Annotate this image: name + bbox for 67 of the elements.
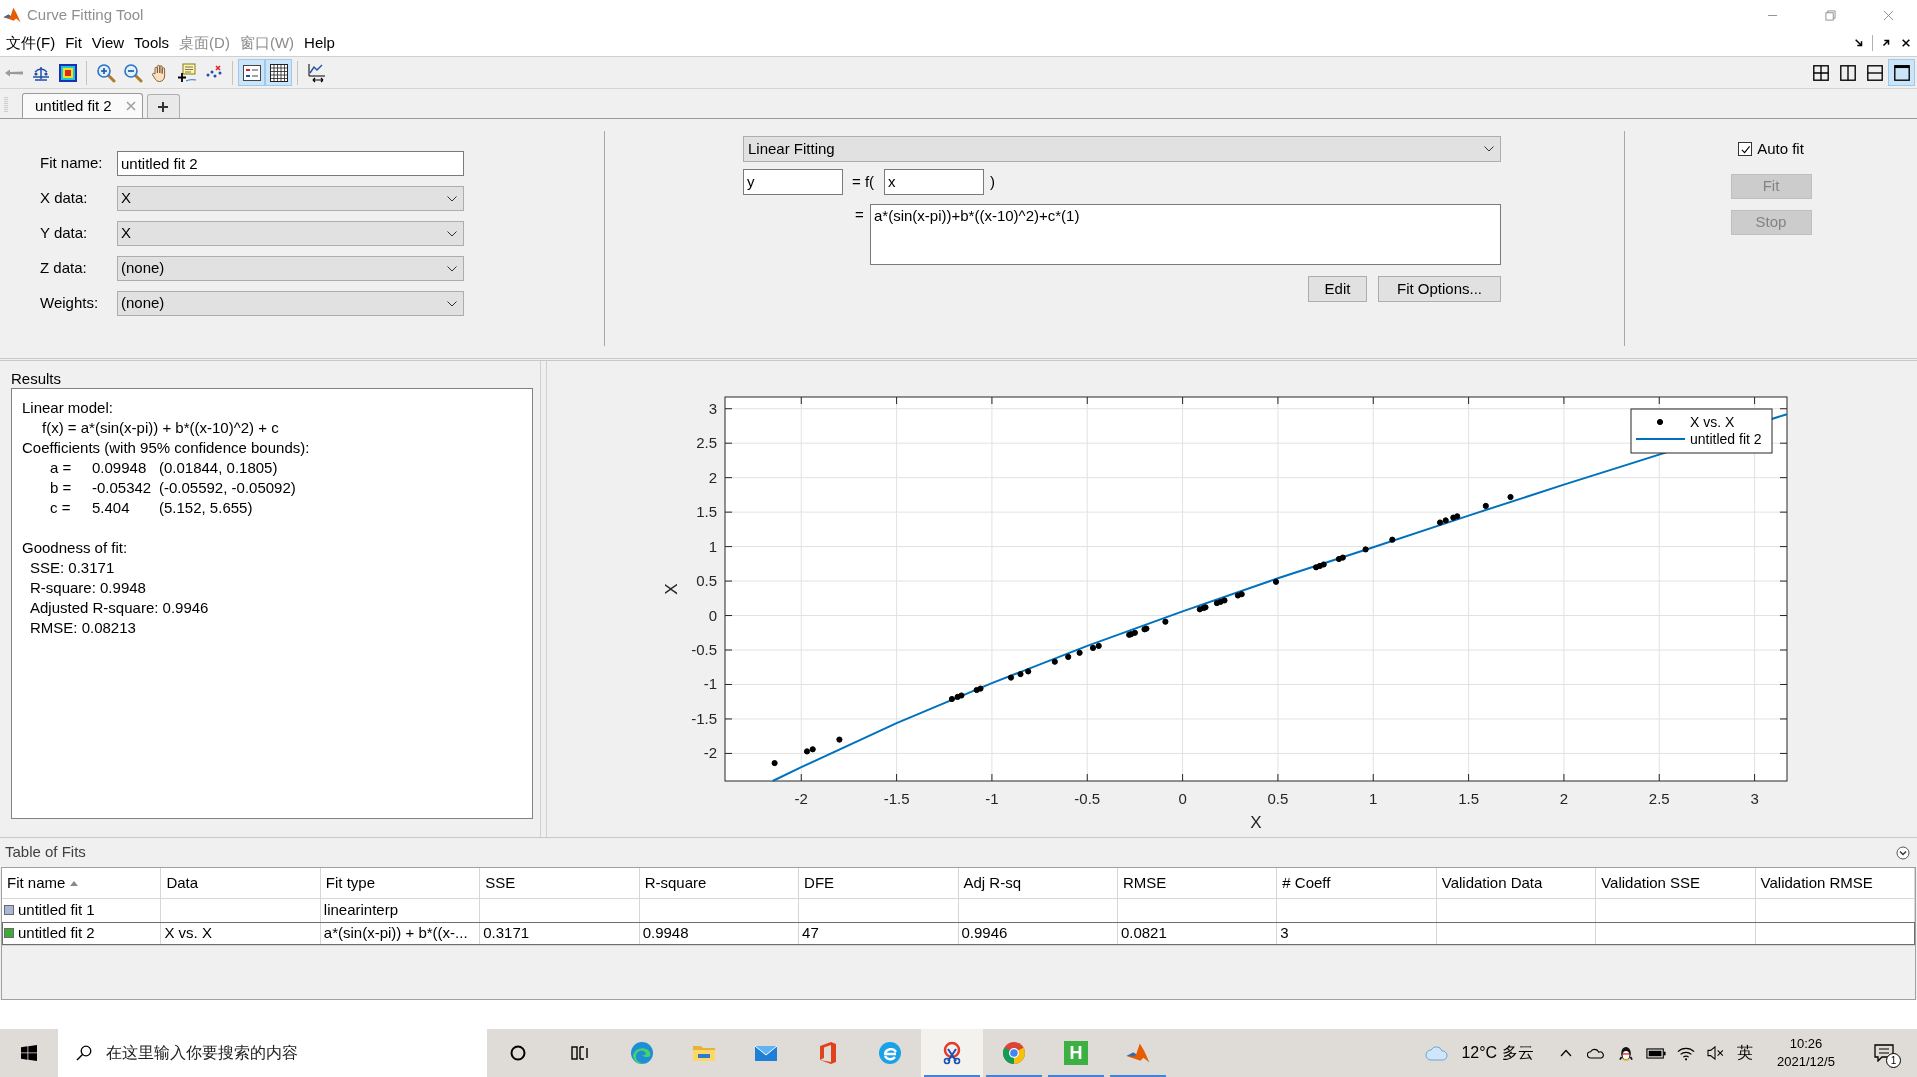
- tick-label: 1: [708, 537, 717, 555]
- legend-label: X vs. X: [1690, 414, 1735, 430]
- logo-tile: H: [1064, 1041, 1088, 1065]
- axis-label: X: [1250, 813, 1262, 832]
- results-text: f(x) = a*(sin(x-pi)) + b*((x-10)^2) + c: [41, 418, 280, 438]
- window-title: Curve Fitting Tool: [27, 4, 144, 25]
- tick-label: -2: [794, 790, 808, 807]
- tick-label: -1: [703, 675, 717, 693]
- tick-label: 2.5: [1648, 790, 1670, 807]
- coefficient-name: b =: [50, 478, 73, 498]
- tick-label: 1.5: [1458, 790, 1479, 807]
- table-cell: a*(sin(x-pi)) + b*((x-...: [320, 922, 481, 946]
- tick-label: -0.5: [1074, 790, 1101, 807]
- tick-label: -0.5: [691, 641, 717, 658]
- coefficient-value: -0.05342: [92, 478, 153, 498]
- results-text: RMSE: 0.08213: [29, 618, 137, 638]
- equation-text: = f(: [852, 171, 876, 192]
- tick-label: 3: [1750, 790, 1759, 807]
- tick-label: -1: [985, 790, 999, 807]
- legend-label: untitled fit 2: [1690, 431, 1762, 447]
- panel-title: Table of Fits: [5, 842, 86, 863]
- results-text: Goodness of fit:: [22, 538, 129, 558]
- tick-label: -1.5: [883, 790, 910, 807]
- form-label: Y data:: [40, 223, 89, 244]
- tick-label: 0.5: [1267, 790, 1289, 807]
- table-cell: 0.9948: [639, 922, 800, 946]
- confidence-bounds: (5.152, 5.655): [159, 498, 253, 518]
- equation-text: =: [855, 205, 865, 225]
- coefficient-value: 0.09948: [92, 458, 148, 478]
- tick-label: 0.5: [696, 572, 717, 590]
- tick-label: 3: [708, 399, 717, 417]
- results-text: Coefficients (with 95% confidence bounds):: [22, 438, 311, 458]
- checkbox-label: Auto fit: [1757, 138, 1804, 159]
- notification-badge: 1: [1886, 1053, 1901, 1068]
- equation-text: ): [990, 171, 995, 192]
- results-text: SSE: 0.3171: [29, 558, 116, 578]
- confidence-bounds: (0.01844, 0.1805): [159, 458, 278, 478]
- form-label: Fit name:: [40, 153, 104, 174]
- form-label: Z data:: [40, 258, 88, 279]
- tick-label: 2.5: [696, 434, 717, 452]
- tick-label: 0: [708, 606, 717, 624]
- tick-label: 1.5: [696, 503, 717, 521]
- coefficient-name: c =: [50, 498, 72, 518]
- tick-label: -1.5: [691, 709, 717, 727]
- table-cell: 47: [799, 922, 959, 946]
- tick-label: 2: [1559, 790, 1569, 807]
- table-cell: 0.0821: [1117, 922, 1278, 946]
- coefficient-name: a =: [50, 458, 73, 478]
- tick-label: 1: [1369, 790, 1378, 807]
- table-cell: 3: [1277, 922, 1437, 946]
- form-label: Weights:: [40, 293, 100, 314]
- panel-title: Results: [11, 369, 63, 388]
- tick-label: 0: [1178, 790, 1187, 807]
- coefficient-value: 5.404: [92, 498, 131, 518]
- results-text: R-square: 0.9948: [29, 578, 147, 598]
- tick-label: 2: [708, 468, 717, 486]
- form-label: X data:: [40, 188, 89, 209]
- tick-label: -2: [703, 744, 717, 762]
- table-cell: 0.9946: [958, 922, 1118, 946]
- table-cell-text: untitled fit 2: [18, 923, 95, 943]
- table-cell: 0.3171: [480, 922, 640, 946]
- table-cell: X vs. X: [161, 922, 321, 946]
- results-text: Adjusted R-square: 0.9946: [29, 598, 210, 618]
- table-cell-text: untitled fit 1: [18, 900, 95, 920]
- results-text: Linear model:: [22, 398, 114, 418]
- axis-label: X: [662, 583, 681, 595]
- confidence-bounds: (-0.05592, -0.05092): [159, 478, 296, 498]
